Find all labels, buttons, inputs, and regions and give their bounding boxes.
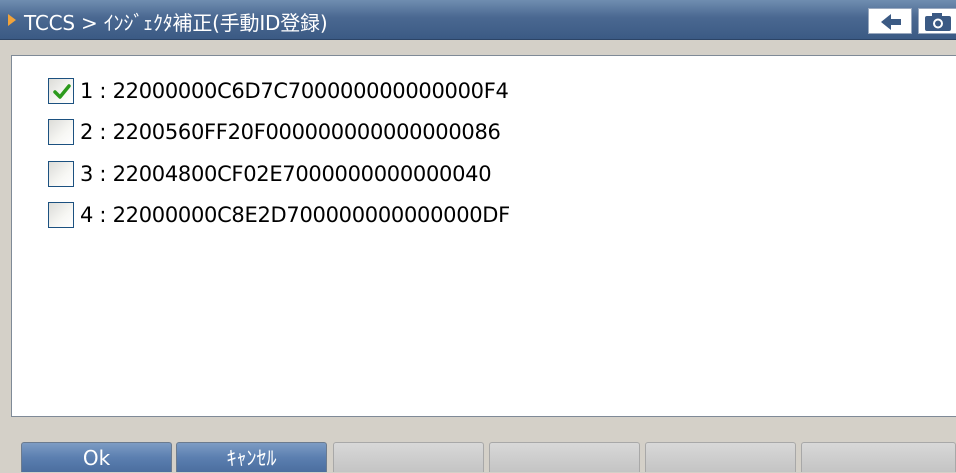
- ok-button[interactable]: Ok: [21, 442, 172, 472]
- cancel-button[interactable]: ｷｬﾝｾﾙ: [176, 442, 327, 472]
- checkbox[interactable]: [48, 119, 74, 145]
- main-panel: 1 : 22000000C6D7C700000000000000F4 2 : 2…: [0, 40, 956, 432]
- checkmark-icon: [53, 84, 71, 99]
- empty-button-3: [333, 442, 484, 472]
- bottom-toolbar: Ok ｷｬﾝｾﾙ: [0, 432, 956, 472]
- empty-button-4: [489, 442, 640, 472]
- list-item-label: 4 : 22000000C8E2D700000000000000DF: [80, 203, 510, 227]
- list-item-label: 3 : 22004800CF02E7000000000000040: [80, 162, 492, 186]
- checkbox[interactable]: [48, 78, 74, 104]
- arrow-left-icon: [881, 14, 901, 30]
- list-item-label: 1 : 22000000C6D7C700000000000000F4: [80, 79, 509, 103]
- camera-button[interactable]: [918, 8, 956, 34]
- id-list: 1 : 22000000C6D7C700000000000000F4 2 : 2…: [11, 55, 956, 417]
- empty-button-5: [645, 442, 796, 472]
- checkbox[interactable]: [48, 202, 74, 228]
- camera-icon: [925, 13, 951, 31]
- list-item-label: 2 : 2200560FF20F000000000000000086: [80, 120, 501, 144]
- checkbox[interactable]: [48, 161, 74, 187]
- title-bar: TCCS > ｲﾝｼﾞｪｸﾀ補正(手動ID登録): [0, 0, 956, 40]
- back-button[interactable]: [868, 8, 912, 34]
- empty-button-6: [801, 442, 956, 472]
- window-title: TCCS > ｲﾝｼﾞｪｸﾀ補正(手動ID登録): [24, 11, 328, 35]
- caret-right-icon: [8, 14, 16, 26]
